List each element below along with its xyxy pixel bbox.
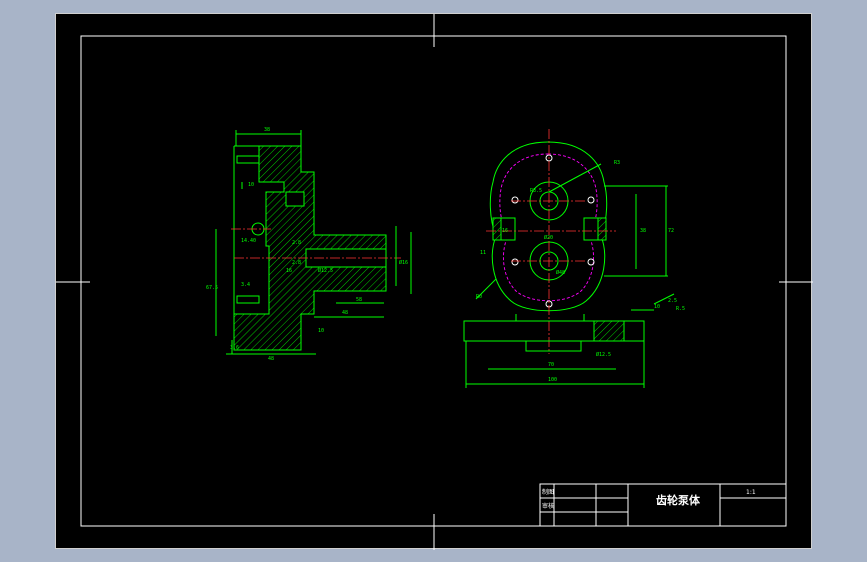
dim-right-12: 100 [548, 377, 557, 383]
dim-left-13: Ø16 [399, 259, 408, 266]
dim-left-2: 14.40 [241, 238, 256, 244]
dim-left-12: 3.6 [230, 345, 239, 351]
drawing-title: 齿轮泵体 [656, 493, 701, 507]
cad-drawing: 38 10 14.40 2.8 2.8 3.4 67.5 16 48 48 58… [56, 14, 813, 550]
dim-left-1: 10 [248, 182, 254, 188]
dim-right-5: 38 [640, 228, 646, 234]
dim-right-9: 10 [654, 304, 660, 310]
dim-left-3: 2.8 [292, 240, 301, 246]
title-block: 制图 审核 齿轮泵体 1:1 [539, 483, 787, 527]
title-block-row2-label: 审核 [542, 502, 554, 510]
dim-right-14: R.5 [676, 306, 685, 312]
drawing-scale: 1:1 [746, 489, 756, 496]
dim-left-4: 2.8 [292, 260, 301, 266]
dim-left-9: 48 [342, 310, 348, 316]
dim-right-1: R3 [614, 160, 620, 166]
dim-left-6: 67.5 [206, 285, 218, 291]
title-block-row1-label: 制图 [542, 488, 554, 496]
dim-left-0: 38 [264, 127, 270, 133]
dim-right-0: R3.5 [530, 188, 542, 194]
dim-right-10: 2.5 [668, 298, 677, 304]
dim-right-2: 11 [480, 250, 486, 256]
dim-left-5: 3.4 [241, 282, 250, 288]
dim-right-13: Ø12.5 [596, 351, 611, 358]
dim-left-11: 10 [318, 328, 324, 334]
dim-right-11: 70 [548, 362, 554, 368]
dim-right-7: Ø48 [556, 269, 565, 276]
section-body [233, 145, 387, 351]
right-front-view: R3.5 R3 11 Ø20 72 38 16 Ø48 R0 10 2.5 70… [463, 129, 685, 388]
drawing-sheet: 38 10 14.40 2.8 2.8 3.4 67.5 16 48 48 58… [55, 13, 813, 550]
dim-right-4: 72 [668, 228, 674, 234]
dim-left-7: 16 [286, 268, 292, 274]
dim-left-10: 58 [356, 297, 362, 303]
dim-left-14: Ø12.5 [318, 267, 333, 274]
drawing-frame [80, 35, 787, 527]
dim-right-8: R0 [476, 294, 482, 300]
dim-left-8: 48 [268, 356, 274, 362]
dim-right-6: 16 [502, 228, 508, 234]
dim-right-3: Ø20 [544, 234, 553, 241]
left-section-view: 38 10 14.40 2.8 2.8 3.4 67.5 16 48 48 58… [206, 127, 412, 362]
